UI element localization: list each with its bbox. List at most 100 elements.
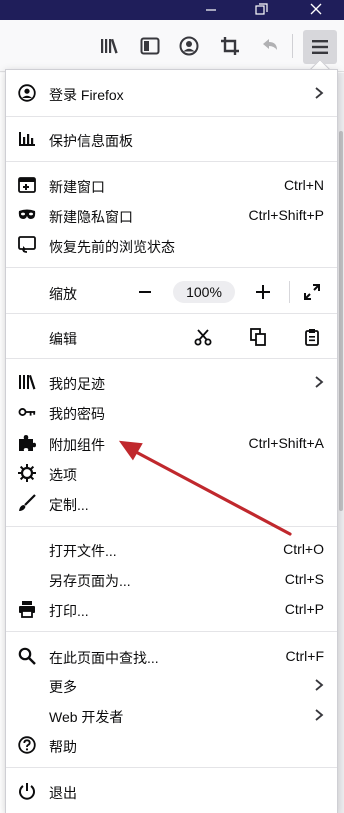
puzzle-icon bbox=[18, 435, 36, 451]
menu-shortcut: Ctrl+N bbox=[283, 177, 324, 193]
chevron-right-icon bbox=[315, 709, 324, 721]
scissors-icon bbox=[194, 329, 212, 346]
screenshot-icon bbox=[221, 37, 239, 55]
menu-shortcut: Ctrl+Shift+P bbox=[248, 207, 324, 223]
menu-item-new-private-window[interactable]: 新建隐私窗口 Ctrl+Shift+P bbox=[6, 200, 337, 230]
paste-button[interactable] bbox=[300, 325, 324, 349]
menu-label: 新建窗口 bbox=[49, 179, 105, 195]
fullscreen-button[interactable] bbox=[300, 280, 324, 304]
menu-item-print[interactable]: 打印... Ctrl+P bbox=[6, 594, 337, 624]
menu-label: 定制... bbox=[49, 497, 89, 513]
account-icon bbox=[179, 36, 199, 56]
page-scrollbar[interactable] bbox=[338, 73, 344, 813]
hamburger-menu-icon bbox=[312, 40, 328, 54]
dashboard-icon bbox=[18, 131, 36, 147]
menu-label: 更多 bbox=[49, 679, 77, 695]
menu-item-open-file[interactable]: 打开文件... Ctrl+O bbox=[6, 534, 337, 564]
fullscreen-icon bbox=[304, 284, 320, 300]
menu-item-restore-session[interactable]: 恢复先前的浏览状态 bbox=[6, 230, 337, 260]
sidebar-icon bbox=[140, 37, 160, 55]
cut-button[interactable] bbox=[191, 325, 215, 349]
menu-shortcut: Ctrl+P bbox=[284, 601, 324, 617]
menu-item-options[interactable]: 选项 bbox=[6, 458, 337, 488]
key-icon bbox=[18, 404, 36, 420]
zoom-label: 缩放 bbox=[49, 286, 77, 302]
chevron-right-icon bbox=[315, 87, 324, 99]
menu-shortcut: Ctrl+S bbox=[284, 571, 324, 587]
menu-item-zoom: 缩放 100% bbox=[6, 277, 337, 307]
library-button[interactable] bbox=[96, 32, 124, 60]
close-icon bbox=[310, 3, 322, 15]
restore-icon bbox=[18, 236, 36, 253]
menu-item-protections-dashboard[interactable]: 保护信息面板 bbox=[6, 124, 337, 154]
menu-item-more[interactable]: 更多 bbox=[6, 670, 337, 700]
private-mask-icon bbox=[18, 207, 36, 223]
menu-item-addons[interactable]: 附加组件 Ctrl+Shift+A bbox=[6, 428, 337, 458]
menu-shortcut: Ctrl+Shift+A bbox=[248, 435, 324, 451]
menu-label: 我的足迹 bbox=[49, 376, 105, 392]
menu-item-logins[interactable]: 我的密码 bbox=[6, 397, 337, 427]
chevron-right-icon bbox=[315, 679, 324, 691]
zoom-in-button[interactable] bbox=[251, 280, 275, 304]
menu-separator bbox=[6, 631, 337, 632]
menu-label: 另存页面为... bbox=[49, 573, 131, 589]
menu-item-library[interactable]: 我的足迹 bbox=[6, 367, 337, 397]
menu-shortcut: Ctrl+O bbox=[283, 541, 324, 557]
screenshot-button[interactable] bbox=[216, 32, 244, 60]
menu-item-new-window[interactable]: 新建窗口 Ctrl+N bbox=[6, 170, 337, 200]
menu-separator bbox=[6, 116, 337, 117]
plus-icon bbox=[256, 285, 270, 299]
help-icon bbox=[18, 736, 36, 754]
toolbar-separator bbox=[292, 34, 293, 58]
menu-item-web-developer[interactable]: Web 开发者 bbox=[6, 700, 337, 730]
menu-label: 登录 Firefox bbox=[49, 87, 124, 103]
undo-button[interactable] bbox=[256, 32, 284, 60]
menu-separator bbox=[6, 358, 337, 359]
search-icon bbox=[18, 647, 36, 665]
menu-label: 在此页面中查找... bbox=[49, 650, 159, 666]
menu-item-find-in-page[interactable]: 在此页面中查找... Ctrl+F bbox=[6, 641, 337, 671]
clipboard-icon bbox=[305, 329, 319, 346]
chevron-right-icon bbox=[315, 376, 324, 388]
menu-separator bbox=[6, 526, 337, 527]
power-icon bbox=[18, 783, 36, 800]
menu-item-help[interactable]: 帮助 bbox=[6, 730, 337, 760]
account-button[interactable] bbox=[175, 32, 203, 60]
menu-label: 新建隐私窗口 bbox=[49, 209, 133, 225]
menu-separator bbox=[6, 313, 337, 314]
zoom-out-button[interactable] bbox=[133, 280, 157, 304]
menu-label: 帮助 bbox=[49, 739, 77, 755]
scrollbar-thumb[interactable] bbox=[339, 131, 343, 511]
menu-separator bbox=[6, 267, 337, 268]
sidebar-button[interactable] bbox=[136, 32, 164, 60]
library-icon bbox=[18, 374, 36, 390]
edit-label: 编辑 bbox=[49, 331, 77, 347]
menu-label: 保护信息面板 bbox=[49, 133, 133, 149]
menu-label: Web 开发者 bbox=[49, 709, 124, 725]
gear-icon bbox=[18, 464, 36, 482]
menu-item-sign-in[interactable]: 登录 Firefox bbox=[6, 78, 337, 108]
undo-icon bbox=[263, 39, 277, 50]
zoom-reset-button[interactable]: 100% bbox=[173, 281, 235, 303]
menu-separator bbox=[6, 767, 337, 768]
zoom-separator bbox=[289, 281, 290, 303]
menu-item-quit[interactable]: 退出 bbox=[6, 776, 337, 806]
menu-label: 恢复先前的浏览状态 bbox=[49, 239, 175, 255]
minimize-icon bbox=[206, 9, 216, 11]
copy-button[interactable] bbox=[246, 325, 270, 349]
menu-separator bbox=[6, 161, 337, 162]
close-window-button[interactable] bbox=[300, 0, 330, 20]
minus-icon bbox=[139, 291, 151, 293]
menu-item-save-page[interactable]: 另存页面为... Ctrl+S bbox=[6, 564, 337, 594]
restore-window-icon bbox=[255, 3, 268, 15]
minimize-button[interactable] bbox=[196, 0, 226, 20]
brush-icon bbox=[18, 494, 36, 511]
printer-icon bbox=[18, 601, 36, 618]
menu-label: 打印... bbox=[49, 603, 89, 619]
window-titlebar bbox=[0, 0, 344, 20]
menu-item-customize[interactable]: 定制... bbox=[6, 488, 337, 518]
menu-label: 退出 bbox=[49, 785, 77, 801]
restore-window-button[interactable] bbox=[246, 0, 276, 20]
menu-label: 附加组件 bbox=[49, 437, 105, 453]
library-icon bbox=[101, 38, 118, 54]
